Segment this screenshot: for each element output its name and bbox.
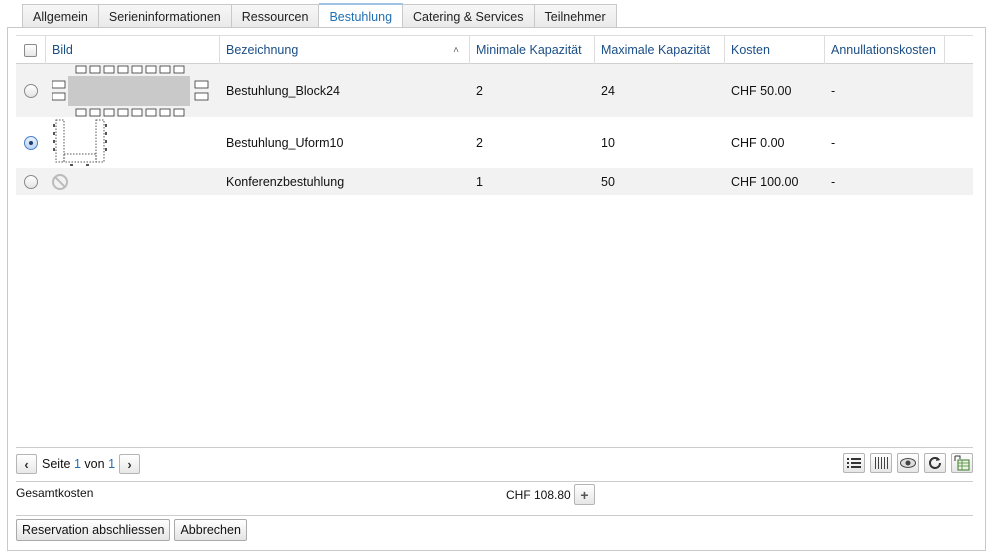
annullationskosten-cell: -: [831, 174, 836, 189]
plus-icon: +: [580, 486, 589, 503]
min-kapazitaet-cell: 1: [476, 174, 483, 189]
table-row[interactable]: Bestuhlung_Uform10 2 10 CHF 0.00 -: [16, 117, 973, 168]
total-costs-value: CHF 108.80: [506, 488, 571, 502]
table-row[interactable]: Konferenzbestuhlung 1 50 CHF 100.00 -: [16, 168, 973, 195]
tab-ressourcen[interactable]: Ressourcen: [231, 4, 320, 28]
pager: ‹ Seite 1 von 1 ›: [16, 453, 141, 475]
toolbar-divider: [16, 447, 973, 448]
add-costs-button[interactable]: +: [574, 484, 595, 505]
sort-ascending-icon: ˄: [453, 45, 459, 56]
no-image-icon: [52, 173, 68, 190]
refresh-button[interactable]: [924, 453, 946, 473]
row-radio[interactable]: [24, 83, 38, 98]
list-icon: [847, 458, 861, 468]
column-header-bezeichnung-label: Bezeichnung: [226, 43, 299, 57]
preview-button[interactable]: [897, 453, 919, 473]
min-kapazitaet-cell: 2: [476, 135, 483, 150]
column-header-bezeichnung[interactable]: Bezeichnung ˄: [220, 36, 470, 64]
next-page-button[interactable]: ›: [119, 454, 141, 474]
export-icon: [954, 455, 970, 471]
row-radio-selected[interactable]: [24, 135, 38, 150]
bezeichnung-cell: Bestuhlung_Block24: [226, 83, 340, 98]
tab-teilnehmer[interactable]: Teilnehmer: [534, 4, 617, 28]
actions-divider: [16, 515, 973, 516]
list-view-button[interactable]: [843, 453, 865, 473]
seating-grid: Bild Bezeichnung ˄ Minimale Kapazität Ma…: [16, 35, 973, 195]
of-label: von: [84, 457, 105, 471]
refresh-icon: [929, 457, 941, 469]
tab-catering-services[interactable]: Catering & Services: [403, 4, 535, 28]
image-cell: [46, 64, 220, 117]
column-header-bild[interactable]: Bild: [46, 36, 220, 64]
max-kapazitaet-cell: 50: [601, 174, 615, 189]
previous-page-button[interactable]: ‹: [16, 454, 37, 474]
block-layout-icon: [52, 65, 209, 116]
row-select-cell: [16, 168, 46, 195]
tab-panel: Bild Bezeichnung ˄ Minimale Kapazität Ma…: [7, 27, 986, 551]
complete-reservation-button[interactable]: Reservation abschliessen: [16, 519, 171, 541]
page-indicator: Seite 1 von 1: [42, 457, 115, 471]
columns-icon: [875, 457, 888, 469]
column-header-min-kapazitaet[interactable]: Minimale Kapazität: [470, 36, 595, 64]
column-header-spacer: [945, 36, 973, 64]
bezeichnung-cell: Konferenzbestuhlung: [226, 174, 345, 189]
tab-serieninformationen[interactable]: Serieninformationen: [98, 4, 232, 28]
row-radio[interactable]: [24, 174, 38, 189]
columns-button[interactable]: [870, 453, 892, 473]
current-page[interactable]: 1: [74, 457, 81, 471]
export-button[interactable]: [951, 453, 973, 473]
image-cell: [46, 117, 220, 168]
form-actions: Reservation abschliessen Abbrechen: [16, 519, 247, 541]
row-select-cell: [16, 117, 46, 168]
row-select-cell: [16, 64, 46, 117]
kosten-cell: CHF 100.00: [731, 174, 799, 189]
page-label: Seite: [42, 457, 71, 471]
chevron-right-icon: ›: [127, 456, 132, 472]
total-pages[interactable]: 1: [108, 457, 115, 471]
tabs: Allgemein Serieninformationen Ressourcen…: [22, 3, 617, 28]
kosten-cell: CHF 0.00: [731, 135, 785, 150]
tab-allgemein[interactable]: Allgemein: [22, 4, 99, 28]
column-header-annullationskosten[interactable]: Annullationskosten: [825, 36, 945, 64]
totals-divider: [16, 481, 973, 482]
annullationskosten-cell: -: [831, 135, 836, 150]
image-cell: [46, 168, 220, 195]
grid-header: Bild Bezeichnung ˄ Minimale Kapazität Ma…: [16, 35, 973, 64]
min-kapazitaet-cell: 2: [476, 83, 483, 98]
column-header-max-kapazitaet[interactable]: Maximale Kapazität: [595, 36, 725, 64]
column-header-kosten[interactable]: Kosten: [725, 36, 825, 64]
select-all-checkbox[interactable]: [24, 43, 37, 57]
max-kapazitaet-cell: 24: [601, 83, 615, 98]
annullationskosten-cell: -: [831, 83, 836, 98]
cancel-button[interactable]: Abbrechen: [174, 519, 247, 541]
total-costs-label: Gesamtkosten: [16, 486, 94, 500]
bezeichnung-cell: Bestuhlung_Uform10: [226, 135, 344, 150]
grid-toolbar: [843, 453, 973, 473]
max-kapazitaet-cell: 10: [601, 135, 615, 150]
tab-bar: Allgemein Serieninformationen Ressourcen…: [0, 0, 990, 28]
kosten-cell: CHF 50.00: [731, 83, 792, 98]
eye-icon: [900, 458, 916, 468]
u-form-layout-icon: [53, 119, 107, 166]
table-row[interactable]: Bestuhlung_Block24 2 24 CHF 50.00 -: [16, 64, 973, 117]
tab-bestuhlung[interactable]: Bestuhlung: [319, 3, 404, 28]
select-all-cell: [16, 36, 46, 64]
chevron-left-icon: ‹: [24, 456, 29, 472]
